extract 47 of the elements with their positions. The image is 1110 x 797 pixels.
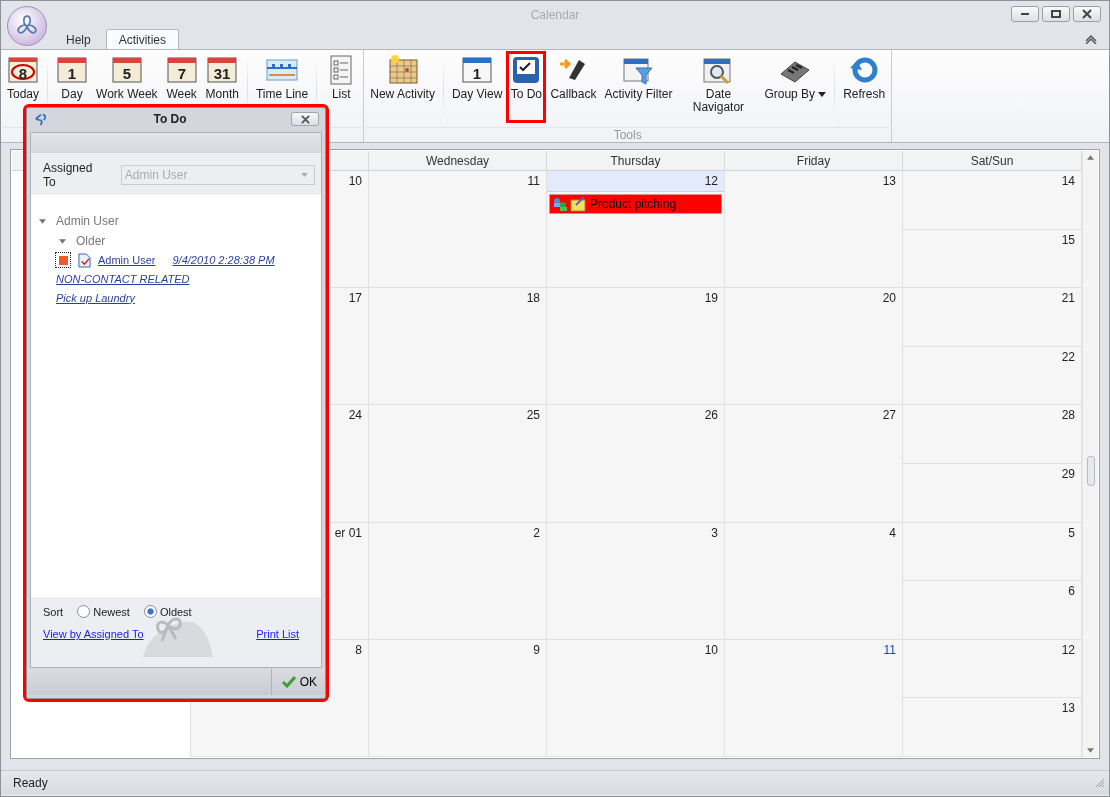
date-number: 28 xyxy=(1061,408,1075,423)
date-number: 17 xyxy=(348,291,362,306)
date-number: er 01 xyxy=(334,525,362,540)
day-header: Thursday xyxy=(547,151,725,171)
window-title: Calendar xyxy=(530,8,580,22)
date-number: 11 xyxy=(883,642,896,657)
date-number: 10 xyxy=(348,174,362,188)
date-number: 25 xyxy=(526,408,540,423)
date-number: 13 xyxy=(1061,701,1075,716)
calendar-icon: 31 xyxy=(206,54,239,86)
day-header: Wednesday xyxy=(369,151,547,171)
date-number: 27 xyxy=(882,408,896,423)
date-number: 4 xyxy=(889,525,896,540)
calendar-icon: 7 xyxy=(165,54,198,86)
day-header: Friday xyxy=(725,151,903,171)
calendar-icon: 5 xyxy=(110,54,143,86)
status-text: Ready xyxy=(13,775,48,790)
date-number: 20 xyxy=(882,291,896,306)
date-number: 29 xyxy=(1061,467,1075,481)
date-number: 9 xyxy=(533,642,540,657)
date-number: 21 xyxy=(1061,291,1075,306)
date-number: 15 xyxy=(1061,232,1075,247)
date-number: 12 xyxy=(1061,642,1075,657)
day-header: Sat/Sun xyxy=(903,151,1082,171)
date-number: 19 xyxy=(704,291,718,306)
calendar-icon: 1 xyxy=(461,54,494,86)
dialog-title: To Do xyxy=(152,112,188,126)
date-number: 22 xyxy=(1061,349,1075,364)
date-number: 10 xyxy=(704,642,718,657)
sort-label: Sort xyxy=(43,605,64,618)
event-title: Product pitching xyxy=(590,197,677,211)
date-number: 6 xyxy=(1068,584,1075,599)
field-label: Assigned To xyxy=(43,161,94,189)
date-number: 5 xyxy=(1068,525,1075,540)
date-number: 18 xyxy=(526,291,540,306)
calendar-icon: 1 xyxy=(56,54,89,86)
date-number: 26 xyxy=(704,408,718,423)
group-label: Tools xyxy=(613,128,642,142)
calendar-icon: 8 xyxy=(7,54,39,86)
date-number: 11 xyxy=(527,174,540,188)
date-number: 3 xyxy=(711,525,718,540)
date-number: 12 xyxy=(704,174,718,188)
date-number: 8 xyxy=(355,642,362,657)
date-number: 24 xyxy=(348,408,362,423)
date-number: 14 xyxy=(1061,174,1075,188)
date-number: 2 xyxy=(533,525,540,540)
date-number: 13 xyxy=(882,174,896,188)
